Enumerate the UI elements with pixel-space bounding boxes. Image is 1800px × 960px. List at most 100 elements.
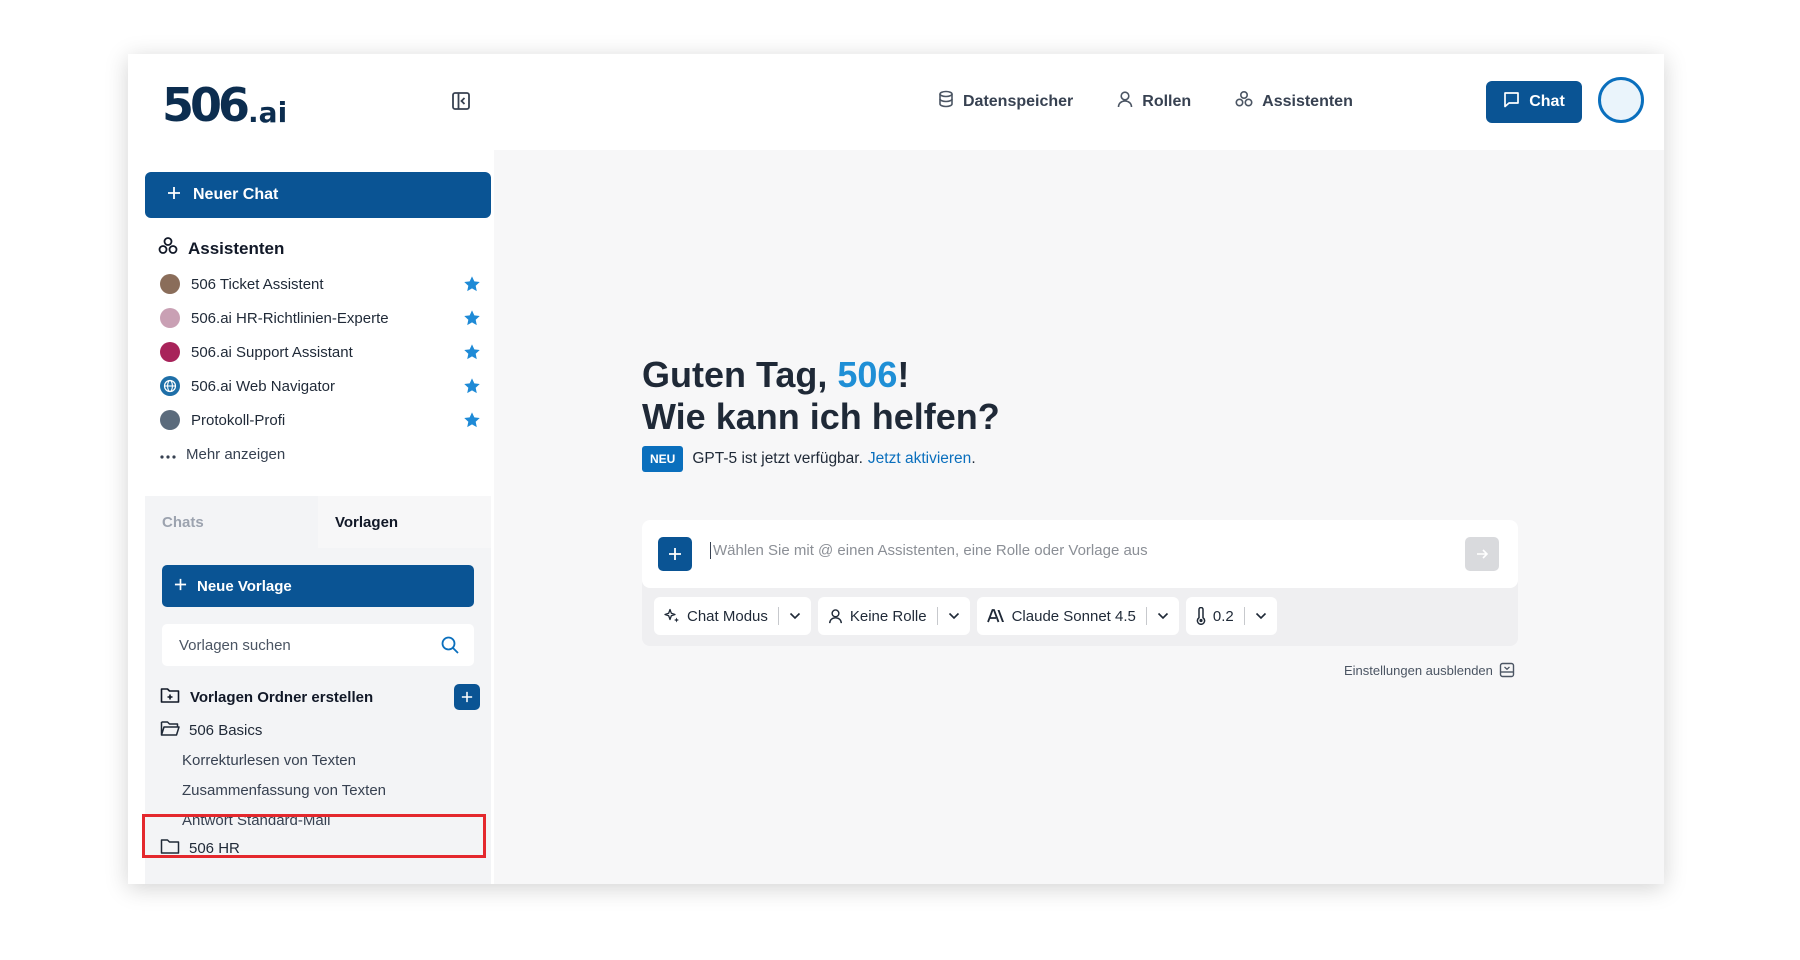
sidebar: Neuer Chat Assistenten 506 Ticket Assist… (128, 150, 494, 884)
separator (1243, 607, 1245, 625)
tab-chats[interactable]: Chats (145, 496, 318, 548)
sidebar-tab-panel: Chats Vorlagen Neue Vorlage Vorlagen Ord… (145, 496, 491, 884)
star-icon[interactable] (463, 377, 481, 395)
show-more-link[interactable]: Mehr anzeigen (145, 437, 491, 471)
attach-button[interactable] (658, 537, 692, 571)
separator (1145, 607, 1147, 625)
chevron-down-icon (1255, 612, 1266, 620)
add-folder-button[interactable] (454, 684, 480, 710)
greeting-prefix: Guten Tag, (642, 354, 838, 395)
create-folder-row: Vorlagen Ordner erstellen (160, 682, 480, 712)
assistant-label: 506.ai Support Assistant (191, 343, 353, 361)
greeting-name: 506 (837, 354, 898, 395)
prompt-input[interactable] (710, 542, 1450, 559)
news-end: . (971, 450, 976, 467)
plus-icon (167, 186, 181, 205)
assistant-label: 506.ai Web Navigator (191, 377, 335, 395)
user-avatar[interactable] (1598, 77, 1644, 123)
new-badge: NEU (642, 446, 684, 472)
assistant-item[interactable]: 506.ai Web Navigator (145, 369, 491, 403)
logo[interactable]: 506 .ai (162, 76, 287, 128)
temperature-select[interactable]: 0.2 (1185, 597, 1277, 635)
database-icon (938, 90, 954, 113)
chat-button[interactable]: Chat (1486, 81, 1582, 123)
separator (777, 607, 779, 625)
create-folder-label: Vorlagen Ordner erstellen (190, 688, 374, 706)
tab-vorlagen[interactable]: Vorlagen (318, 496, 491, 548)
assistant-item[interactable]: 506.ai Support Assistant (145, 335, 491, 369)
folder-506-basics[interactable]: 506 Basics (160, 715, 262, 745)
top-nav: Datenspeicher Rollen Assistenten (938, 90, 1353, 113)
sparkle-icon (664, 608, 679, 623)
news-banner: NEU GPT-5 ist jetzt verfügbar. Jetzt akt… (642, 446, 976, 472)
template-item[interactable]: Korrekturlesen von Texten (182, 745, 356, 775)
chat-button-label: Chat (1529, 93, 1565, 110)
main-area: Guten Tag, 506! Wie kann ich helfen? NEU… (494, 150, 1664, 884)
assistant-label: 506 Ticket Assistent (191, 275, 324, 293)
user-icon (1117, 90, 1133, 113)
folder-icon (160, 838, 180, 859)
logo-main: 506 (162, 78, 250, 132)
nav-rollen[interactable]: Rollen (1117, 90, 1191, 113)
assistant-avatar (160, 342, 180, 362)
assistants-icon (1235, 90, 1253, 113)
new-template-button[interactable]: Neue Vorlage (162, 565, 474, 607)
nav-rollen-label: Rollen (1142, 92, 1192, 110)
template-item[interactable]: Antwort Standard-Mail (182, 805, 330, 835)
template-search-input[interactable] (179, 636, 419, 654)
nav-assistenten[interactable]: Assistenten (1235, 90, 1353, 113)
star-icon[interactable] (463, 411, 481, 429)
assistant-item[interactable]: 506 Ticket Assistent (145, 267, 491, 301)
assistant-label: 506.ai HR-Richtlinien-Experte (191, 309, 389, 327)
logo-suffix: .ai (248, 96, 288, 129)
nav-datenspeicher[interactable]: Datenspeicher (938, 90, 1073, 113)
assistants-section-title: Assistenten (158, 236, 284, 261)
assistants-icon (158, 236, 178, 261)
arrow-right-icon (1477, 549, 1489, 559)
chevron-down-icon (1157, 612, 1168, 620)
star-icon[interactable] (463, 309, 481, 327)
chat-composer: Chat Modus Keine Rolle Claude Sonnet 4.5 (642, 520, 1518, 646)
greeting-line1: Guten Tag, 506! (642, 354, 1000, 396)
top-header: 506 .ai Datenspeicher Rollen Assistenten… (128, 54, 1664, 150)
thermometer-icon (1196, 607, 1206, 625)
assistant-item[interactable]: Protokoll-Profi (145, 403, 491, 437)
greeting-suffix: ! (897, 354, 910, 395)
folder-label: 506 HR (189, 839, 240, 857)
sidebar-collapse-icon[interactable] (450, 90, 472, 112)
chevron-down-icon (789, 612, 800, 620)
hide-settings-link[interactable]: Einstellungen ausblenden (1344, 662, 1515, 678)
anthropic-icon (986, 609, 1004, 623)
separator (936, 607, 938, 625)
nav-assistenten-label: Assistenten (1262, 92, 1353, 110)
chat-bubble-icon (1503, 91, 1520, 113)
star-icon[interactable] (463, 343, 481, 361)
new-chat-button[interactable]: Neuer Chat (145, 172, 491, 218)
assistants-title: Assistenten (188, 238, 285, 258)
assistant-item[interactable]: 506.ai HR-Richtlinien-Experte (145, 301, 491, 335)
role-select[interactable]: Keine Rolle (817, 597, 970, 635)
template-search (162, 624, 474, 666)
panel-collapse-icon (1499, 662, 1515, 678)
folder-506-hr[interactable]: 506 HR (160, 833, 240, 863)
composer-options: Chat Modus Keine Rolle Claude Sonnet 4.5 (654, 597, 1277, 635)
activate-link[interactable]: Jetzt aktivieren (868, 450, 971, 468)
ellipsis-icon (160, 446, 176, 463)
mode-select[interactable]: Chat Modus (654, 597, 811, 635)
news-text: GPT-5 ist jetzt verfügbar. (692, 450, 863, 467)
chevron-down-icon (948, 612, 959, 620)
send-button[interactable] (1465, 537, 1499, 571)
assistant-label: Protokoll-Profi (191, 411, 286, 429)
role-label: Keine Rolle (849, 607, 927, 625)
temperature-label: 0.2 (1212, 607, 1234, 625)
plus-icon (174, 578, 187, 595)
template-item[interactable]: Zusammenfassung von Texten (182, 775, 386, 805)
greeting: Guten Tag, 506! Wie kann ich helfen? (642, 354, 1000, 438)
model-select[interactable]: Claude Sonnet 4.5 (976, 597, 1179, 635)
folder-label: 506 Basics (189, 721, 263, 739)
user-icon (828, 609, 842, 624)
search-icon[interactable] (440, 635, 460, 655)
globe-icon (163, 379, 177, 393)
composer-input-row (642, 520, 1518, 588)
star-icon[interactable] (463, 275, 481, 293)
